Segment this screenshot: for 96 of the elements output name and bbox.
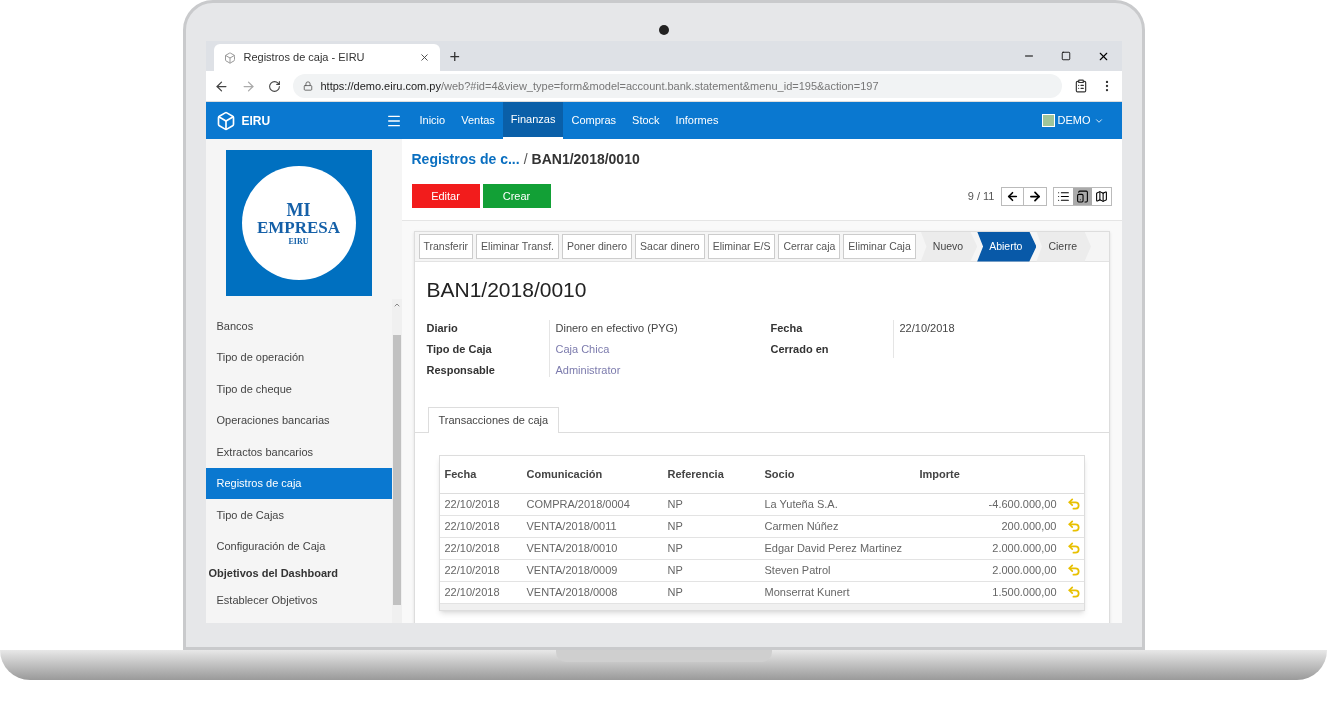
logo-text: MI (286, 200, 311, 219)
action-button[interactable]: Poner dinero (562, 234, 633, 259)
action-button[interactable]: Sacar dinero (635, 234, 705, 259)
table-cell-text: 22/10/2018 (443, 562, 501, 578)
table-cell-text: Monserrat Kunert (763, 584, 851, 600)
field-label: Tipo de Caja (426, 341, 493, 356)
notebook-tab[interactable]: Transacciones de caja (427, 406, 560, 433)
field-label: Responsable (426, 362, 496, 377)
table-cell-text: VENTA/2018/0010 (525, 540, 619, 556)
sidebar-item[interactable]: Registros de caja (205, 467, 392, 499)
table-cell-text: NP (666, 562, 684, 578)
table-cell-text: Steven Patrol (763, 562, 832, 578)
logo-text: EMPRESA (256, 218, 341, 237)
user-menu[interactable]: DEMO (1041, 102, 1122, 139)
action-button[interactable]: Cerrar caja (778, 234, 841, 259)
table-cell-text: Edgar David Perez Martinez (763, 540, 904, 556)
field-label: Cerrado en (770, 341, 830, 356)
status-stage[interactable]: Abierto (977, 231, 1037, 262)
sidebar-item[interactable]: Configuración de Caja (205, 530, 392, 562)
scrollbar[interactable] (391, 299, 402, 623)
cube-icon (223, 51, 236, 64)
table-cell-text: NP (666, 540, 684, 556)
table-cell-text: 22/10/2018 (443, 496, 501, 512)
sidebar-item[interactable]: Bancos (205, 310, 392, 342)
cube-logo-icon (215, 110, 236, 131)
column-header[interactable]: Comunicación (521, 465, 663, 483)
field-label: Fecha (770, 320, 804, 335)
table-cell-text: NP (666, 496, 684, 512)
nav-menu-item[interactable]: Compras (563, 102, 625, 139)
table-cell-text: VENTA/2018/0011 (525, 518, 618, 534)
action-button[interactable]: Eliminar Caja (843, 234, 916, 259)
new-tab-button[interactable]: + (439, 44, 470, 71)
column-header[interactable]: Fecha (439, 465, 522, 483)
table-cell-text: 22/10/2018 (443, 518, 501, 534)
sidebar-item[interactable]: Extractos bancarios (205, 436, 392, 468)
nav-menu-item[interactable]: Finanzas (502, 102, 564, 139)
close-icon[interactable] (418, 52, 430, 63)
tab-title: Registros de caja - EIRU (243, 50, 366, 66)
table-cell-text: 22/10/2018 (443, 540, 501, 556)
action-button[interactable]: Eliminar Transf. (476, 234, 559, 259)
sidebar-item[interactable]: Tipo de Cajas (205, 499, 392, 531)
brand-name: EIRU (241, 112, 271, 130)
nav-menu-item[interactable]: Inicio (411, 102, 454, 139)
breadcrumb-current: BAN1/2018/0010 (531, 150, 640, 169)
nav-menu-item[interactable]: Informes (667, 102, 727, 139)
maximize-icon[interactable] (1060, 51, 1071, 61)
lock-icon (302, 81, 313, 91)
column-header[interactable]: Socio (759, 465, 915, 483)
back-icon[interactable] (213, 78, 229, 94)
sidebar-item[interactable]: Establecer Objetivos (205, 584, 392, 616)
table-cell-text: -4.600.000,00 (987, 496, 1058, 512)
status-stage[interactable]: Cierre (1036, 231, 1092, 262)
logo-subtext: EIRU (288, 236, 309, 246)
table-cell-text: 2.000.000,00 (991, 562, 1058, 578)
breadcrumb-separator: / (523, 150, 528, 169)
column-header[interactable]: Referencia (662, 465, 760, 483)
table-cell-text: 22/10/2018 (443, 584, 501, 600)
table-cell-text: 1.500.000,00 (991, 584, 1058, 600)
form-view-icon[interactable] (1072, 187, 1092, 205)
sidebar-section-header: Objetivos del Dashboard (207, 565, 340, 581)
reload-icon[interactable] (267, 79, 281, 93)
table-cell-text: VENTA/2018/0008 (525, 584, 619, 600)
address-bar[interactable]: https://demo.eiru.com.py/web?#id=4&view_type=form&model=account.bank.statement&menu_id=195&action=197 (292, 74, 1062, 98)
action-button[interactable]: Eliminar E/S (707, 234, 776, 259)
field-value: 22/10/2018 (899, 320, 955, 335)
field-link[interactable]: Administrator (555, 361, 678, 377)
table-cell-text: VENTA/2018/0009 (525, 562, 619, 578)
avatar-icon (1041, 114, 1055, 127)
nav-menu-item[interactable]: Ventas (453, 102, 503, 139)
table-cell-text: 2.000.000,00 (991, 540, 1058, 556)
table-cell-text: 200.000,00 (1000, 518, 1058, 534)
action-button[interactable]: Transferir (418, 234, 474, 259)
sidebar-item[interactable]: Tipo de operación (205, 341, 392, 373)
sidebar-item[interactable]: Operaciones bancarias (205, 404, 392, 436)
table-cell-text: NP (666, 518, 684, 534)
table-cell-text: COMPRA/2018/0004 (525, 496, 631, 512)
pager-buttons[interactable] (1000, 186, 1047, 206)
status-stage[interactable]: Nuevo (920, 231, 978, 262)
record-title: BAN1/2018/0010 (426, 277, 588, 303)
pager-counter: 9 / 11 (967, 188, 995, 204)
field-label: Diario (426, 320, 459, 335)
table-cell-text: NP (666, 584, 684, 600)
field-link[interactable]: Caja Chica (555, 340, 678, 356)
column-header[interactable]: Importe (914, 465, 1005, 483)
table-cell-text: Carmen Núñez (763, 518, 840, 534)
edit-button[interactable]: Editar (411, 184, 480, 208)
camera-icon (658, 25, 669, 35)
url-text: https://demo.eiru.com.py/web?#id=4&view_type=form&model=account.bank.statement&menu_id=195&action=197 (320, 78, 879, 94)
nav-menu-item[interactable]: Stock (624, 102, 668, 139)
breadcrumb-link[interactable]: Registros de c... (411, 149, 520, 170)
clipboard-icon[interactable] (1073, 79, 1088, 93)
field-value: Dinero en efectivo (PYG) (555, 320, 678, 335)
sidebar-item[interactable]: Tipo de cheque (205, 373, 392, 405)
table-cell-text: La Yuteña S.A. (763, 496, 839, 512)
scroll-up-icon[interactable] (392, 301, 401, 309)
browser-tab[interactable]: Registros de caja - EIRU (213, 44, 440, 71)
